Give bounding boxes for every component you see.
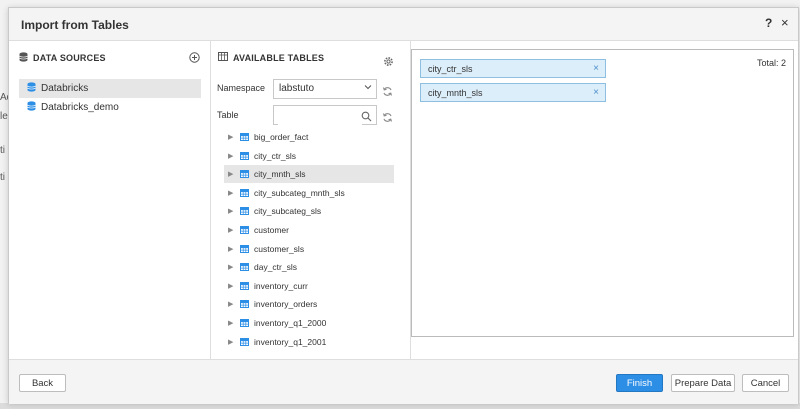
available-tables-title: AVAILABLE TABLES xyxy=(233,52,325,63)
selected-tables-box: Total: 2 city_ctr_sls × city_mnth_sls × xyxy=(411,49,794,337)
caret-right-icon[interactable]: ▶ xyxy=(224,152,240,160)
background-text: ti xyxy=(0,172,5,183)
caret-right-icon[interactable]: ▶ xyxy=(224,170,240,178)
cancel-button[interactable]: Cancel xyxy=(742,374,789,392)
caret-right-icon[interactable]: ▶ xyxy=(224,207,240,215)
table-search-input[interactable] xyxy=(278,107,362,126)
background-text: ti xyxy=(0,145,5,156)
table-row[interactable]: ▶ city_ctr_sls xyxy=(224,147,394,165)
table-row[interactable]: ▶ inventory_q1_2000 xyxy=(224,314,394,332)
available-tables-panel: AVAILABLE TABLES Namespace labstuto Tabl… xyxy=(211,41,411,359)
dialog-titlebar: Import from Tables ? × xyxy=(9,8,798,41)
back-button[interactable]: Back xyxy=(19,374,66,392)
namespace-label: Namespace xyxy=(217,83,266,93)
data-sources-title: DATA SOURCES xyxy=(33,53,106,63)
table-name: big_order_fact xyxy=(254,132,309,142)
table-search-field[interactable] xyxy=(273,105,377,127)
namespace-select[interactable]: labstuto xyxy=(273,79,377,99)
table-name: city_mnth_sls xyxy=(254,169,306,180)
database-icon xyxy=(27,82,36,95)
add-circle-icon[interactable] xyxy=(189,50,200,68)
table-row[interactable]: ▶ day_ctr_sls xyxy=(224,258,394,276)
selected-table-chip: city_mnth_sls × xyxy=(420,83,606,102)
caret-right-icon[interactable]: ▶ xyxy=(224,133,240,141)
table-row[interactable]: ▶ inventory_q1_2001 xyxy=(224,333,394,351)
refresh-icon[interactable] xyxy=(382,84,393,102)
table-icon xyxy=(240,207,249,216)
table-row[interactable]: ▶ city_subcateg_sls xyxy=(224,202,394,220)
search-icon[interactable] xyxy=(361,109,372,127)
data-sources-header: DATA SOURCES xyxy=(19,52,106,64)
caret-right-icon[interactable]: ▶ xyxy=(224,263,240,271)
dialog-body: DATA SOURCES Databricks Databricks_demo xyxy=(9,41,798,359)
table-name: inventory_curr xyxy=(254,280,308,291)
table-icon xyxy=(240,188,249,197)
datasource-label: Databricks xyxy=(41,83,89,94)
selected-table-chip: city_ctr_sls × xyxy=(420,59,606,78)
table-icon xyxy=(240,151,249,160)
refresh-icon[interactable] xyxy=(382,110,393,128)
table-icon xyxy=(218,52,228,63)
help-button[interactable]: ? xyxy=(765,16,772,30)
caret-right-icon[interactable]: ▶ xyxy=(224,300,240,308)
chip-label: city_ctr_sls xyxy=(428,63,473,74)
table-name: city_subcateg_sls xyxy=(254,206,322,217)
chip-label: city_mnth_sls xyxy=(428,87,483,98)
namespace-value: labstuto xyxy=(279,83,315,94)
datasource-label: Databricks_demo xyxy=(41,102,119,113)
table-name: city_ctr_sls xyxy=(254,150,297,161)
database-icon xyxy=(19,52,28,64)
table-icon xyxy=(240,337,249,346)
table-icon xyxy=(240,319,249,327)
remove-icon[interactable]: × xyxy=(593,63,599,74)
datasource-item-databricks[interactable]: Databricks xyxy=(19,79,201,98)
caret-right-icon[interactable]: ▶ xyxy=(224,282,240,290)
gear-icon[interactable] xyxy=(383,54,394,72)
table-icon xyxy=(240,133,249,141)
table-name: day_ctr_sls xyxy=(254,262,297,273)
table-name: city_subcateg_mnth_sls xyxy=(254,187,345,198)
total-count: Total: 2 xyxy=(756,58,786,68)
caret-right-icon[interactable]: ▶ xyxy=(224,189,240,197)
close-button[interactable]: × xyxy=(781,15,789,30)
table-icon xyxy=(240,281,249,290)
table-name: inventory_q1_2000 xyxy=(254,318,327,328)
table-row[interactable]: ▶ customer_sls xyxy=(224,240,394,258)
dialog-footer: Back Finish Prepare Data Cancel xyxy=(9,359,798,404)
table-label: Table xyxy=(217,110,239,120)
dialog-title: Import from Tables xyxy=(21,18,129,32)
selected-tables-panel: Total: 2 city_ctr_sls × city_mnth_sls × xyxy=(411,41,798,359)
table-row[interactable]: ▶ inventory_curr xyxy=(224,277,394,295)
remove-icon[interactable]: × xyxy=(593,87,599,98)
table-row[interactable]: ▶ city_mnth_sls xyxy=(224,165,394,184)
import-from-tables-dialog: Import from Tables ? × DATA SOURCES Data… xyxy=(8,7,799,404)
table-icon xyxy=(240,226,249,234)
available-tables-header: AVAILABLE TABLES xyxy=(218,52,324,63)
prepare-data-button[interactable]: Prepare Data xyxy=(671,374,735,392)
table-row[interactable]: ▶ city_subcateg_mnth_sls xyxy=(224,184,394,202)
finish-button[interactable]: Finish xyxy=(616,374,663,392)
table-icon xyxy=(240,263,249,272)
table-icon xyxy=(240,300,249,309)
table-icon xyxy=(240,244,249,253)
table-icon xyxy=(240,170,249,179)
table-name: customer xyxy=(254,225,289,235)
caret-right-icon[interactable]: ▶ xyxy=(224,319,240,327)
background-text: le xyxy=(0,111,8,122)
data-sources-panel: DATA SOURCES Databricks Databricks_demo xyxy=(9,41,211,359)
table-name: inventory_orders xyxy=(254,299,318,310)
chevron-down-icon xyxy=(364,83,372,93)
table-row[interactable]: ▶ big_order_fact xyxy=(224,128,394,146)
table-row[interactable]: ▶ customer xyxy=(224,221,394,239)
datasource-item-databricks-demo[interactable]: Databricks_demo xyxy=(19,98,201,117)
caret-right-icon[interactable]: ▶ xyxy=(224,338,240,346)
caret-right-icon[interactable]: ▶ xyxy=(224,226,240,234)
caret-right-icon[interactable]: ▶ xyxy=(224,245,240,253)
table-name: customer_sls xyxy=(254,243,305,254)
database-icon xyxy=(27,101,36,114)
table-name: inventory_q1_2001 xyxy=(254,336,327,347)
table-row[interactable]: ▶ inventory_orders xyxy=(224,295,394,313)
